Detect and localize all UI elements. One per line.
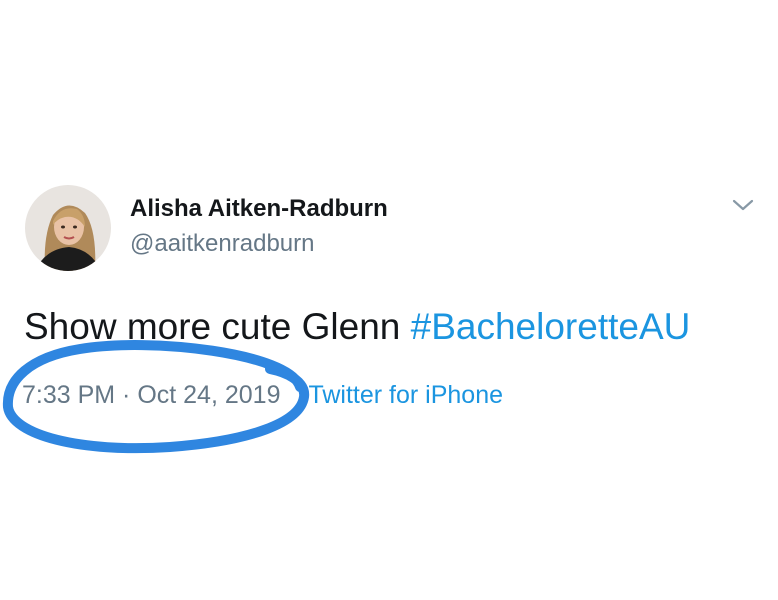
hashtag-link[interactable]: #BacheloretteAU (411, 306, 691, 347)
tweet-card: Alisha Aitken-Radburn @aaitkenradburn Sh… (0, 0, 778, 600)
avatar-image (25, 185, 111, 271)
tweet-metadata: 7:33 PM · Oct 24, 2019 Twitter for iPhone (22, 381, 503, 410)
author-handle[interactable]: @aaitkenradburn (130, 230, 314, 258)
avatar[interactable] (25, 185, 111, 271)
author-display-name[interactable]: Alisha Aitken-Radburn (130, 195, 388, 223)
chevron-down-icon[interactable] (730, 195, 756, 215)
tweet-timestamp[interactable]: 7:33 PM · Oct 24, 2019 (22, 381, 280, 409)
tweet-text: Show more cute Glenn #BacheloretteAU (24, 306, 690, 348)
tweet-text-body: Show more cute Glenn (24, 306, 411, 347)
tweet-source-link[interactable]: Twitter for iPhone (308, 381, 503, 409)
